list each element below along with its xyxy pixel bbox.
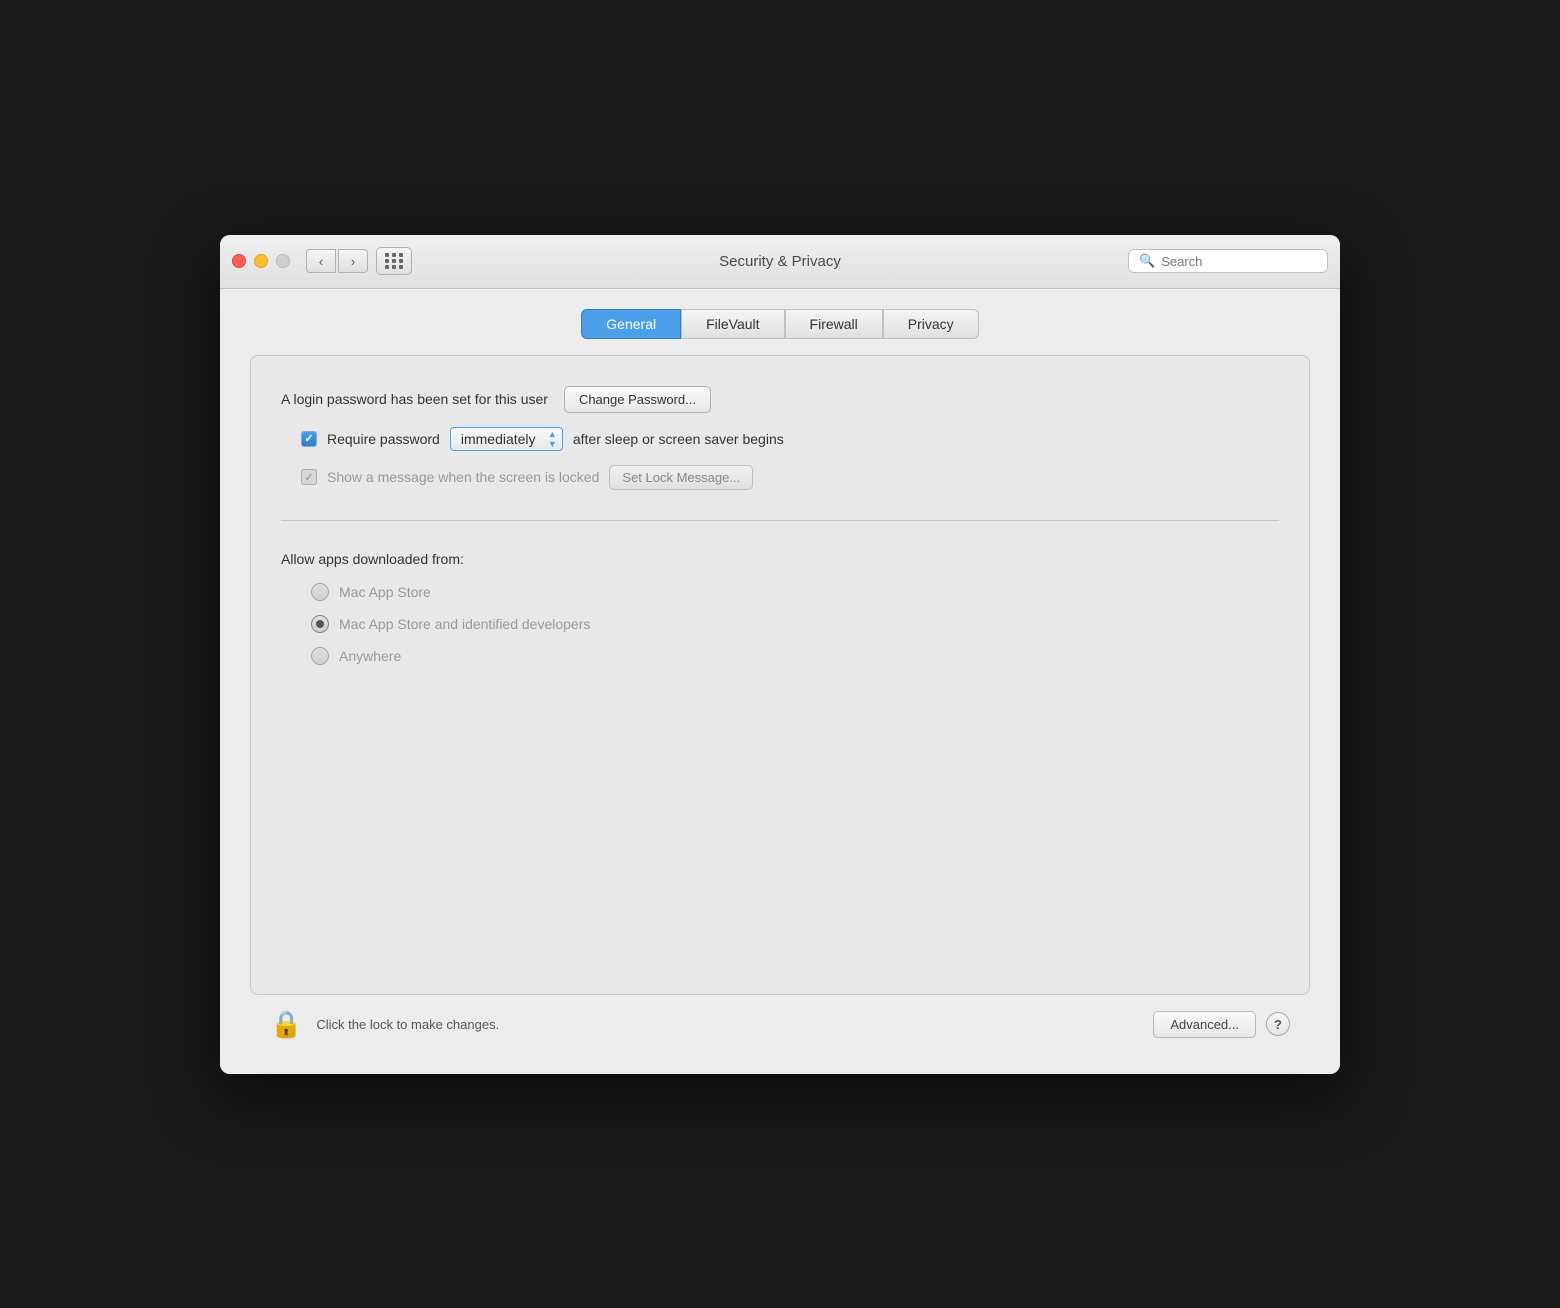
tab-general[interactable]: General (581, 309, 681, 339)
tab-filevault[interactable]: FileVault (681, 309, 784, 339)
require-password-label: Require password (327, 431, 440, 447)
password-section: A login password has been set for this u… (281, 386, 1279, 521)
radio-row-mac-app-store: Mac App Store (311, 583, 1279, 601)
back-icon: ‹ (319, 254, 323, 269)
search-box[interactable]: 🔍 (1128, 249, 1328, 273)
main-panel: A login password has been set for this u… (250, 355, 1310, 995)
radio-mac-app-store[interactable] (311, 583, 329, 601)
grid-button[interactable] (376, 247, 412, 275)
tab-firewall[interactable]: Firewall (785, 309, 883, 339)
lock-message-checkbox: ✓ (301, 469, 317, 485)
after-sleep-label: after sleep or screen saver begins (573, 431, 784, 447)
lock-icon[interactable]: 🔒 (270, 1009, 302, 1040)
minimize-button[interactable] (254, 254, 268, 268)
radio-identified-developers[interactable] (311, 615, 329, 633)
immediately-select-wrapper: immediately 5 minutes 15 minutes 1 hour … (450, 427, 563, 451)
search-icon: 🔍 (1139, 253, 1155, 269)
apps-section: Allow apps downloaded from: Mac App Stor… (281, 551, 1279, 685)
radio-label-mac-app-store: Mac App Store (339, 584, 431, 600)
radio-label-identified-developers: Mac App Store and identified developers (339, 616, 590, 632)
radio-row-anywhere: Anywhere (311, 647, 1279, 665)
titlebar: ‹ › Security & Privacy 🔍 (220, 235, 1340, 289)
content-area: General FileVault Firewall Privacy A log… (220, 289, 1340, 1074)
window: ‹ › Security & Privacy 🔍 General FileVau… (220, 235, 1340, 1074)
lock-message-row: ✓ Show a message when the screen is lock… (281, 465, 1279, 490)
advanced-button[interactable]: Advanced... (1153, 1011, 1256, 1038)
password-set-label: A login password has been set for this u… (281, 391, 548, 407)
radio-anywhere[interactable] (311, 647, 329, 665)
require-password-row: ✓ Require password immediately 5 minutes… (281, 427, 1279, 451)
require-password-checkbox[interactable]: ✓ (301, 431, 317, 447)
set-lock-message-button: Set Lock Message... (609, 465, 753, 490)
inactive-checkmark-icon: ✓ (304, 471, 313, 484)
grid-icon (385, 253, 404, 269)
nav-buttons: ‹ › (306, 249, 368, 273)
radio-row-identified-developers: Mac App Store and identified developers (311, 615, 1279, 633)
tab-privacy[interactable]: Privacy (883, 309, 979, 339)
immediately-select[interactable]: immediately 5 minutes 15 minutes 1 hour (450, 427, 563, 451)
bottom-right: Advanced... ? (1153, 1011, 1290, 1038)
tab-bar: General FileVault Firewall Privacy (250, 309, 1310, 339)
help-button[interactable]: ? (1266, 1012, 1290, 1036)
close-button[interactable] (232, 254, 246, 268)
change-password-button[interactable]: Change Password... (564, 386, 711, 413)
search-input[interactable] (1161, 254, 1317, 269)
checkmark-icon: ✓ (304, 432, 313, 445)
password-set-row: A login password has been set for this u… (281, 386, 1279, 413)
lock-message-label: Show a message when the screen is locked (327, 469, 599, 485)
forward-icon: › (351, 254, 355, 269)
back-button[interactable]: ‹ (306, 249, 336, 273)
radio-group: Mac App Store Mac App Store and identifi… (281, 583, 1279, 665)
radio-label-anywhere: Anywhere (339, 648, 401, 664)
lock-text: Click the lock to make changes. (316, 1017, 499, 1032)
allow-apps-label: Allow apps downloaded from: (281, 551, 1279, 567)
radio-selected-dot (316, 620, 324, 628)
window-title: Security & Privacy (719, 253, 841, 270)
bottom-bar: 🔒 Click the lock to make changes. Advanc… (250, 995, 1310, 1054)
maximize-button[interactable] (276, 254, 290, 268)
traffic-lights (232, 254, 290, 268)
forward-button[interactable]: › (338, 249, 368, 273)
